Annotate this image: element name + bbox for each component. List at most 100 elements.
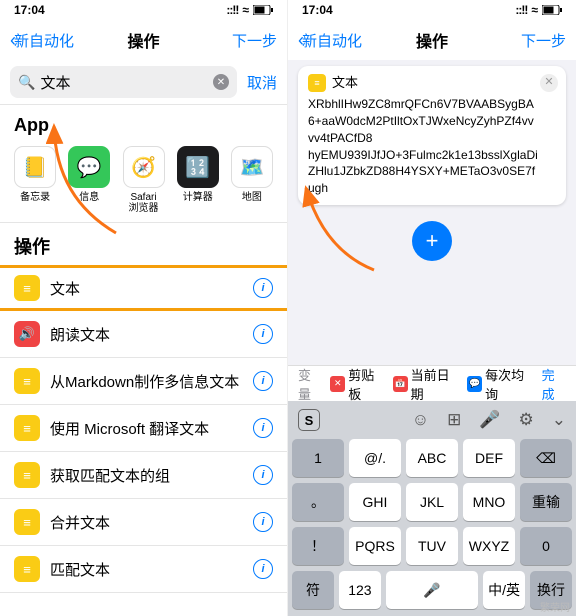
date-var[interactable]: 📅当前日期 bbox=[393, 365, 459, 403]
search-row: 🔍 文本 ✕ 取消 bbox=[0, 60, 287, 105]
action-item[interactable]: ≡ 从Markdown制作多信息文本 i bbox=[0, 358, 287, 405]
key[interactable]: ！ bbox=[292, 527, 344, 565]
left-screen: 17:04 ::!! ≈ ‹新自动化 操作 下一步 🔍 文本 ✕ 取消 App … bbox=[0, 0, 288, 616]
key[interactable]: GHI bbox=[349, 483, 401, 521]
action-label: 匹配文本 bbox=[50, 559, 243, 580]
text-action-card[interactable]: ≡ 文本 XRbhlIHw9ZC8mrQFCn6V7BVAABSygBA6+aa… bbox=[298, 66, 566, 205]
add-action-button[interactable]: + bbox=[412, 221, 452, 261]
action-icon: ≡ bbox=[14, 275, 40, 301]
ask-icon: 💬 bbox=[467, 376, 482, 392]
status-icons: ::!! ≈ bbox=[226, 3, 273, 17]
clear-icon[interactable]: ✕ bbox=[213, 74, 229, 90]
clipboard-icon: ✕ bbox=[330, 376, 345, 392]
status-time: 17:04 bbox=[14, 3, 45, 17]
settings-icon[interactable]: ⚙ bbox=[519, 410, 534, 430]
app-label: 信息 bbox=[79, 192, 99, 203]
key[interactable]: 。 bbox=[292, 483, 344, 521]
key[interactable]: 0 bbox=[520, 527, 572, 565]
cancel-button[interactable]: 取消 bbox=[247, 72, 277, 93]
key[interactable]: MNO bbox=[463, 483, 515, 521]
collapse-icon[interactable]: ⌄ bbox=[552, 410, 566, 430]
app-icon: 🔢 bbox=[177, 146, 219, 188]
action-icon: ≡ bbox=[14, 556, 40, 582]
action-item[interactable]: ≡获取匹配文本的组i bbox=[0, 452, 287, 499]
info-icon[interactable]: i bbox=[253, 371, 273, 391]
info-icon[interactable]: i bbox=[253, 465, 273, 485]
key[interactable]: PQRS bbox=[349, 527, 401, 565]
search-input[interactable]: 🔍 文本 ✕ bbox=[10, 66, 237, 98]
key[interactable]: 🎤 bbox=[386, 571, 478, 609]
key[interactable]: WXYZ bbox=[463, 527, 515, 565]
app-label: 地图 bbox=[242, 192, 262, 203]
emoji-icon[interactable]: ☺ bbox=[412, 410, 429, 430]
action-item[interactable]: ≡ 合并文本 i bbox=[0, 499, 287, 546]
key[interactable]: ABC bbox=[406, 439, 458, 477]
key[interactable]: 1 bbox=[292, 439, 344, 477]
search-value: 文本 bbox=[40, 72, 213, 93]
nav-title: 操作 bbox=[416, 28, 448, 52]
next-button[interactable]: 下一步 bbox=[232, 30, 277, 51]
menu-icon[interactable]: ⊞ bbox=[447, 410, 461, 430]
app-label: 备忘录 bbox=[20, 192, 50, 203]
close-icon[interactable]: ✕ bbox=[540, 74, 558, 92]
action-label: 文本 bbox=[50, 278, 243, 299]
actions-header: 操作 bbox=[0, 223, 287, 265]
app-item[interactable]: 📒备忘录 bbox=[14, 146, 56, 214]
info-icon[interactable]: i bbox=[253, 418, 273, 438]
variable-label: 变量 bbox=[298, 365, 322, 403]
action-label: 合并文本 bbox=[50, 512, 243, 533]
action-icon: ≡ bbox=[14, 368, 40, 394]
app-label: Safari浏览器 bbox=[129, 192, 159, 214]
mic-icon[interactable]: 🎤 bbox=[479, 410, 500, 430]
app-icon: 🗺️ bbox=[231, 146, 273, 188]
action-icon: ≡ bbox=[14, 415, 40, 441]
info-icon[interactable]: i bbox=[253, 559, 273, 579]
key[interactable]: @/. bbox=[349, 439, 401, 477]
app-item[interactable]: 🧭 Safari浏览器 bbox=[122, 146, 164, 214]
app-icon: 🧭 bbox=[123, 146, 165, 188]
next-button[interactable]: 下一步 bbox=[521, 30, 566, 51]
done-button[interactable]: 完成 bbox=[542, 365, 566, 403]
back-button[interactable]: ‹新自动化 bbox=[298, 30, 362, 51]
clipboard-var[interactable]: ✕剪贴板 bbox=[330, 365, 384, 403]
text-icon: ≡ bbox=[308, 74, 326, 92]
key[interactable]: 重输 bbox=[520, 483, 572, 521]
status-time: 17:04 bbox=[302, 3, 333, 17]
search-icon: 🔍 bbox=[18, 74, 35, 91]
action-item[interactable]: ≡ 匹配文本 i bbox=[0, 546, 287, 593]
app-icon: 💬 bbox=[68, 146, 110, 188]
action-label: 朗读文本 bbox=[50, 324, 243, 345]
watermark: 繁荣网 bbox=[540, 599, 570, 614]
key[interactable]: 123 bbox=[339, 571, 381, 609]
action-item[interactable]: ≡ 文本 i bbox=[0, 265, 287, 311]
action-icon: ≡ bbox=[14, 509, 40, 535]
info-icon[interactable]: i bbox=[253, 512, 273, 532]
app-item[interactable]: 💬 信息 bbox=[68, 146, 110, 214]
nav-bar: ‹新自动化 操作 下一步 bbox=[288, 20, 576, 60]
status-bar: 17:04 ::!! ≈ bbox=[0, 0, 287, 20]
action-item[interactable]: 🔊朗读文本i bbox=[0, 311, 287, 358]
apps-row: 📒备忘录 💬 信息 🧭 Safari浏览器 🔢计算器 🗺️ 地图 bbox=[0, 142, 287, 223]
key[interactable]: TUV bbox=[406, 527, 458, 565]
action-label: 从Markdown制作多信息文本 bbox=[50, 371, 243, 392]
app-item[interactable]: 🔢计算器 bbox=[177, 146, 219, 214]
key[interactable]: 符 bbox=[292, 571, 334, 609]
app-item[interactable]: 🗺️ 地图 bbox=[231, 146, 273, 214]
sogou-icon[interactable]: S bbox=[298, 409, 320, 431]
card-body[interactable]: XRbhlIHw9ZC8mrQFCn6V7BVAABSygBA6+aaW0dcM… bbox=[308, 96, 538, 197]
status-icons: ::!! ≈ bbox=[515, 3, 562, 17]
info-icon[interactable]: i bbox=[253, 278, 273, 298]
keyboard-toolbar: ☺ ⊞ 🎤 ⚙ ⌄ bbox=[412, 410, 566, 430]
info-icon[interactable]: i bbox=[253, 324, 273, 344]
key[interactable]: ⌫ bbox=[520, 439, 572, 477]
right-screen: 17:04 ::!! ≈ ‹新自动化 操作 下一步 ≡ 文本 XRbhlIHw9… bbox=[288, 0, 576, 616]
action-item[interactable]: ≡使用 Microsoft 翻译文本i bbox=[0, 405, 287, 452]
back-button[interactable]: ‹新自动化 bbox=[10, 30, 74, 51]
apps-header: App bbox=[0, 105, 287, 142]
battery-icon bbox=[542, 5, 562, 15]
nav-title: 操作 bbox=[127, 28, 159, 52]
key[interactable]: DEF bbox=[463, 439, 515, 477]
ask-var[interactable]: 💬每次均询 bbox=[467, 365, 533, 403]
key[interactable]: JKL bbox=[406, 483, 458, 521]
key[interactable]: 中/英 bbox=[483, 571, 525, 609]
